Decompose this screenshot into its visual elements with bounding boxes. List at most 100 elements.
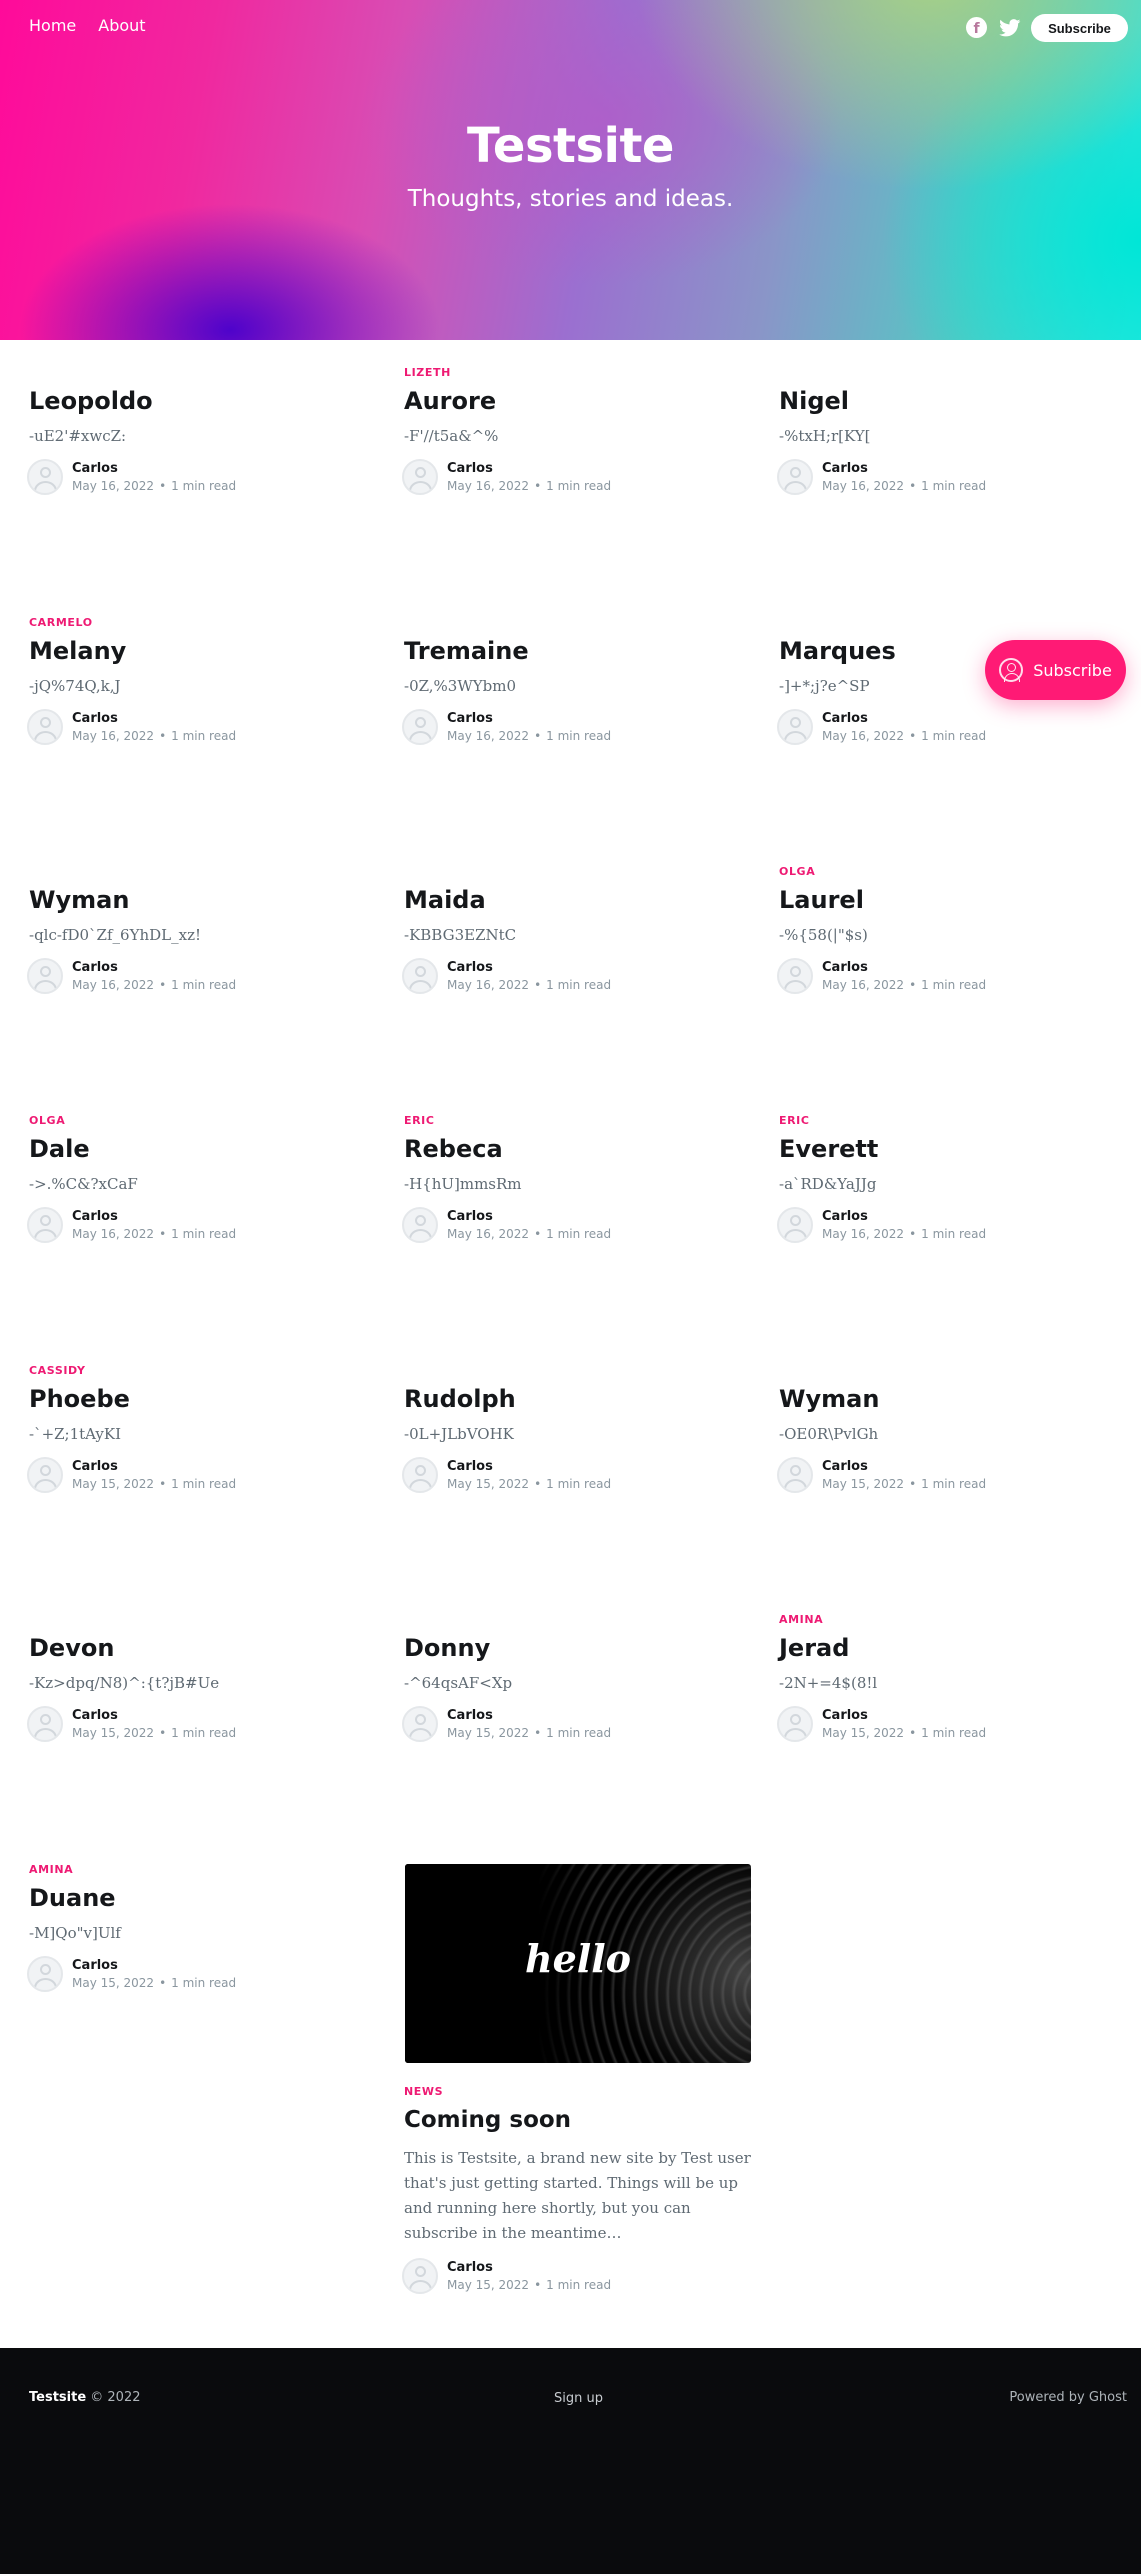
post-tag[interactable] <box>779 616 1124 630</box>
avatar-icon[interactable] <box>402 1706 438 1742</box>
post-card[interactable]: Donny -^64qsAF<Xp Carlos May 15, 2022 • 1 min… <box>402 1613 749 1742</box>
featured-post-card[interactable]: NEWS Coming soon This is Testsite, a bra… <box>402 2085 756 2294</box>
subscribe-button[interactable]: Subscribe <box>1031 14 1128 42</box>
avatar-icon[interactable] <box>777 1207 813 1243</box>
author-name[interactable]: Carlos <box>822 1707 986 1724</box>
author-name[interactable]: Carlos <box>822 1208 986 1225</box>
avatar-icon[interactable] <box>27 1706 63 1742</box>
post-card[interactable]: Maida -KBBG3EZNtC Carlos May 16, 2022 • 1 min… <box>402 865 749 994</box>
author-name[interactable]: Carlos <box>447 1458 611 1475</box>
post-tag[interactable]: NEWS <box>404 2085 756 2099</box>
post-title[interactable]: Wyman <box>29 885 374 915</box>
post-title[interactable]: Laurel <box>779 885 1124 915</box>
post-card[interactable]: Tremaine -0Z,%3WYbm0 Carlos May 16, 2022 • 1 … <box>402 616 749 745</box>
post-title[interactable]: Duane <box>29 1883 374 1913</box>
post-tag[interactable]: CASSIDY <box>29 1364 374 1378</box>
post-title[interactable]: Coming soon <box>404 2105 756 2135</box>
author-name[interactable]: Carlos <box>72 710 236 727</box>
avatar-icon[interactable] <box>27 459 63 495</box>
avatar-icon[interactable] <box>402 2258 438 2294</box>
post-card[interactable]: AMINA Duane -M]Qo"v]Ulf Carlos May 15, 2022 •… <box>27 1863 374 1992</box>
post-tag[interactable] <box>404 1613 749 1627</box>
avatar-icon[interactable] <box>402 709 438 745</box>
floating-subscribe-button[interactable]: Subscribe <box>985 640 1126 700</box>
author-name[interactable]: Carlos <box>447 460 611 477</box>
post-title[interactable]: Phoebe <box>29 1384 374 1414</box>
post-title[interactable]: Aurore <box>404 386 749 416</box>
facebook-icon[interactable]: f <box>966 17 987 38</box>
avatar-icon[interactable] <box>402 1207 438 1243</box>
post-title[interactable]: Wyman <box>779 1384 1124 1414</box>
avatar-icon[interactable] <box>777 1706 813 1742</box>
post-card[interactable]: Wyman -OE0R\PvlGh Carlos May 15, 2022 • 1 min… <box>777 1364 1124 1493</box>
post-title[interactable]: Leopoldo <box>29 386 374 416</box>
post-card[interactable]: Leopoldo -uE2'#xwcZ: Carlos May 16, 2022 • 1 … <box>27 366 374 495</box>
avatar-icon[interactable] <box>402 958 438 994</box>
avatar-icon[interactable] <box>27 1207 63 1243</box>
post-title[interactable]: Devon <box>29 1633 374 1663</box>
author-name[interactable]: Carlos <box>72 1208 236 1225</box>
author-name[interactable]: Carlos <box>447 710 611 727</box>
post-tag[interactable]: AMINA <box>29 1863 374 1877</box>
avatar-icon[interactable] <box>27 1956 63 1992</box>
author-name[interactable]: Carlos <box>822 710 986 727</box>
post-tag[interactable] <box>29 366 374 380</box>
avatar-icon[interactable] <box>777 459 813 495</box>
author-name[interactable]: Carlos <box>72 1458 236 1475</box>
post-card[interactable]: Wyman -qlc-fD0`Zf_6YhDL_xz! Carlos May 16, … <box>27 865 374 994</box>
post-card[interactable]: OLGA Dale ->.%C&?xCaF Carlos May 16, 2022 • 1 … <box>27 1114 374 1243</box>
nav-home-link[interactable]: Home <box>29 16 76 35</box>
post-tag[interactable] <box>779 366 1124 380</box>
post-tag[interactable]: ERIC <box>404 1114 749 1128</box>
footer-site-name[interactable]: Testsite <box>29 2390 86 2405</box>
author-name[interactable]: Carlos <box>447 1707 611 1724</box>
post-title[interactable]: Nigel <box>779 386 1124 416</box>
post-tag[interactable]: AMINA <box>779 1613 1124 1627</box>
post-tag[interactable] <box>404 616 749 630</box>
post-card[interactable]: Nigel -%txH;r[KY[Carlos May 16, 2022 • 1 min… <box>777 366 1124 495</box>
nav-about-link[interactable]: About <box>98 16 145 35</box>
post-tag[interactable] <box>29 865 374 879</box>
author-name[interactable]: Carlos <box>447 959 611 976</box>
post-title[interactable]: Rudolph <box>404 1384 749 1414</box>
post-title[interactable]: Donny <box>404 1633 749 1663</box>
post-card[interactable]: AMINA Jerad -2N+=4$(8!l Carlos May 15, 2022 •… <box>777 1613 1124 1742</box>
post-card[interactable]: CASSIDY Phoebe -`+Z;1tAyKI Carlos May 15, 20… <box>27 1364 374 1493</box>
post-tag[interactable]: LIZETH <box>404 366 749 380</box>
post-card[interactable]: ERIC Rebeca -H{hU]mmsRm Carlos May 16, 2022 •… <box>402 1114 749 1243</box>
post-title[interactable]: Melany <box>29 636 374 666</box>
avatar-icon[interactable] <box>27 1457 63 1493</box>
post-title[interactable]: Everett <box>779 1134 1124 1164</box>
post-title[interactable]: Tremaine <box>404 636 749 666</box>
avatar-icon[interactable] <box>402 459 438 495</box>
post-card[interactable]: LIZETH Aurore -F'//t5a&^% Carlos May 16, 202… <box>402 366 749 495</box>
post-tag[interactable]: OLGA <box>29 1114 374 1128</box>
author-name[interactable]: Carlos <box>447 2259 611 2276</box>
author-name[interactable]: Carlos <box>72 959 236 976</box>
avatar-icon[interactable] <box>27 958 63 994</box>
author-name[interactable]: Carlos <box>822 1458 986 1475</box>
avatar-icon[interactable] <box>777 709 813 745</box>
feature-image[interactable]: hello <box>405 1864 751 2063</box>
powered-by-ghost-link[interactable]: Powered by Ghost <box>1009 2390 1127 2405</box>
avatar-icon[interactable] <box>27 709 63 745</box>
author-name[interactable]: Carlos <box>72 1957 236 1974</box>
post-card[interactable]: Devon -Kz>dpq/N8)^:{t?jB#Ue Carlos May 15, … <box>27 1613 374 1742</box>
post-tag[interactable] <box>404 1364 749 1378</box>
post-title[interactable]: Jerad <box>779 1633 1124 1663</box>
post-card[interactable]: CARMELO Melany -jQ%74Q,k,J Carlos May 16, 20… <box>27 616 374 745</box>
post-tag[interactable] <box>779 1364 1124 1378</box>
post-tag[interactable]: OLGA <box>779 865 1124 879</box>
author-name[interactable]: Carlos <box>72 460 236 477</box>
post-card[interactable]: ERIC Everett -a`RD&YaJJg Carlos May 16, 2022… <box>777 1114 1124 1243</box>
twitter-icon[interactable] <box>999 17 1021 38</box>
post-tag[interactable]: ERIC <box>779 1114 1124 1128</box>
post-tag[interactable]: CARMELO <box>29 616 374 630</box>
post-card[interactable]: OLGA Laurel -%{58(|"$s) Carlos May 16, 2022 •… <box>777 865 1124 994</box>
post-tag[interactable] <box>404 865 749 879</box>
author-name[interactable]: Carlos <box>822 959 986 976</box>
avatar-icon[interactable] <box>777 958 813 994</box>
post-title[interactable]: Dale <box>29 1134 374 1164</box>
author-name[interactable]: Carlos <box>447 1208 611 1225</box>
author-name[interactable]: Carlos <box>72 1707 236 1724</box>
